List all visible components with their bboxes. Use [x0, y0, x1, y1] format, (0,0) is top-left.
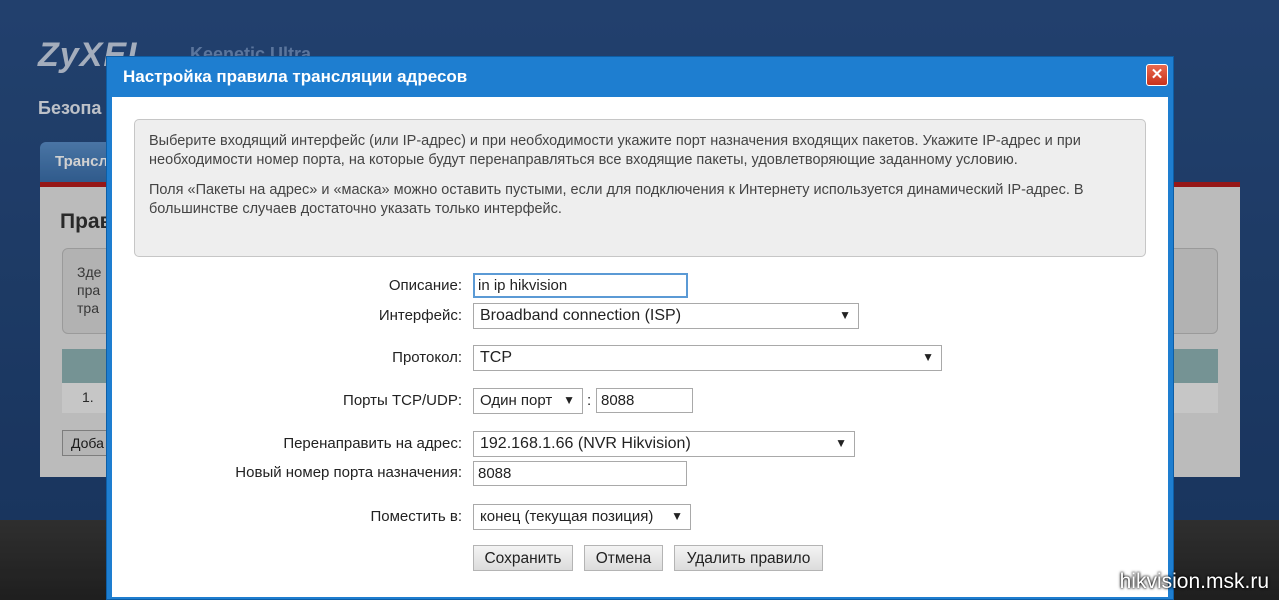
- ports-label: Порты TCP/UDP:: [343, 392, 462, 409]
- chevron-down-icon: ▼: [563, 393, 575, 407]
- ports-mode-select[interactable]: Один порт ▼: [473, 388, 583, 414]
- place-label: Поместить в:: [370, 508, 462, 525]
- redirect-select[interactable]: 192.168.1.66 (NVR Hikvision) ▼: [473, 431, 855, 457]
- info-box: Выберите входящий интерфейс (или IP-адре…: [134, 119, 1146, 257]
- dialog-body: Выберите входящий интерфейс (или IP-адре…: [112, 97, 1168, 597]
- dialog-titlebar[interactable]: Настройка правила трансляции адресов ✕: [107, 57, 1173, 97]
- place-select[interactable]: конец (текущая позиция) ▼: [473, 504, 691, 530]
- place-value: конец (текущая позиция): [480, 508, 654, 525]
- ports-separator: :: [587, 392, 592, 409]
- redirect-value: 192.168.1.66 (NVR Hikvision): [480, 435, 691, 452]
- watermark-text: hikvision.msk.ru: [1119, 570, 1269, 593]
- cancel-button[interactable]: Отмена: [584, 545, 663, 571]
- delete-rule-button[interactable]: Удалить правило: [674, 545, 823, 571]
- protocol-select[interactable]: TCP ▼: [473, 345, 942, 371]
- interface-value: Broadband connection (ISP): [480, 307, 682, 324]
- new-port-label: Новый номер порта назначения:: [235, 464, 462, 481]
- protocol-value: TCP: [480, 349, 512, 366]
- nat-rule-dialog: Настройка правила трансляции адресов ✕ В…: [106, 56, 1174, 600]
- info-paragraph: Выберите входящий интерфейс (или IP-адре…: [149, 133, 1081, 168]
- chevron-down-icon: ▼: [835, 436, 847, 450]
- interface-select[interactable]: Broadband connection (ISP) ▼: [473, 303, 859, 329]
- save-button[interactable]: Сохранить: [473, 545, 573, 571]
- new-port-input[interactable]: 8088: [473, 461, 687, 486]
- ports-mode-value: Один порт: [480, 392, 553, 409]
- description-label: Описание:: [388, 277, 462, 294]
- close-icon[interactable]: ✕: [1146, 64, 1168, 86]
- chevron-down-icon: ▼: [922, 350, 934, 364]
- chevron-down-icon: ▼: [671, 509, 683, 523]
- dialog-title: Настройка правила трансляции адресов: [123, 67, 468, 86]
- port-input[interactable]: 8088: [596, 388, 693, 413]
- interface-label: Интерфейс:: [378, 307, 462, 324]
- description-input[interactable]: in ip hikvision: [473, 273, 688, 298]
- chevron-down-icon: ▼: [839, 308, 851, 322]
- redirect-label: Перенаправить на адрес:: [283, 435, 462, 452]
- info-paragraph: Поля «Пакеты на адрес» и «маска» можно о…: [149, 182, 1084, 217]
- protocol-label: Протокол:: [392, 349, 462, 366]
